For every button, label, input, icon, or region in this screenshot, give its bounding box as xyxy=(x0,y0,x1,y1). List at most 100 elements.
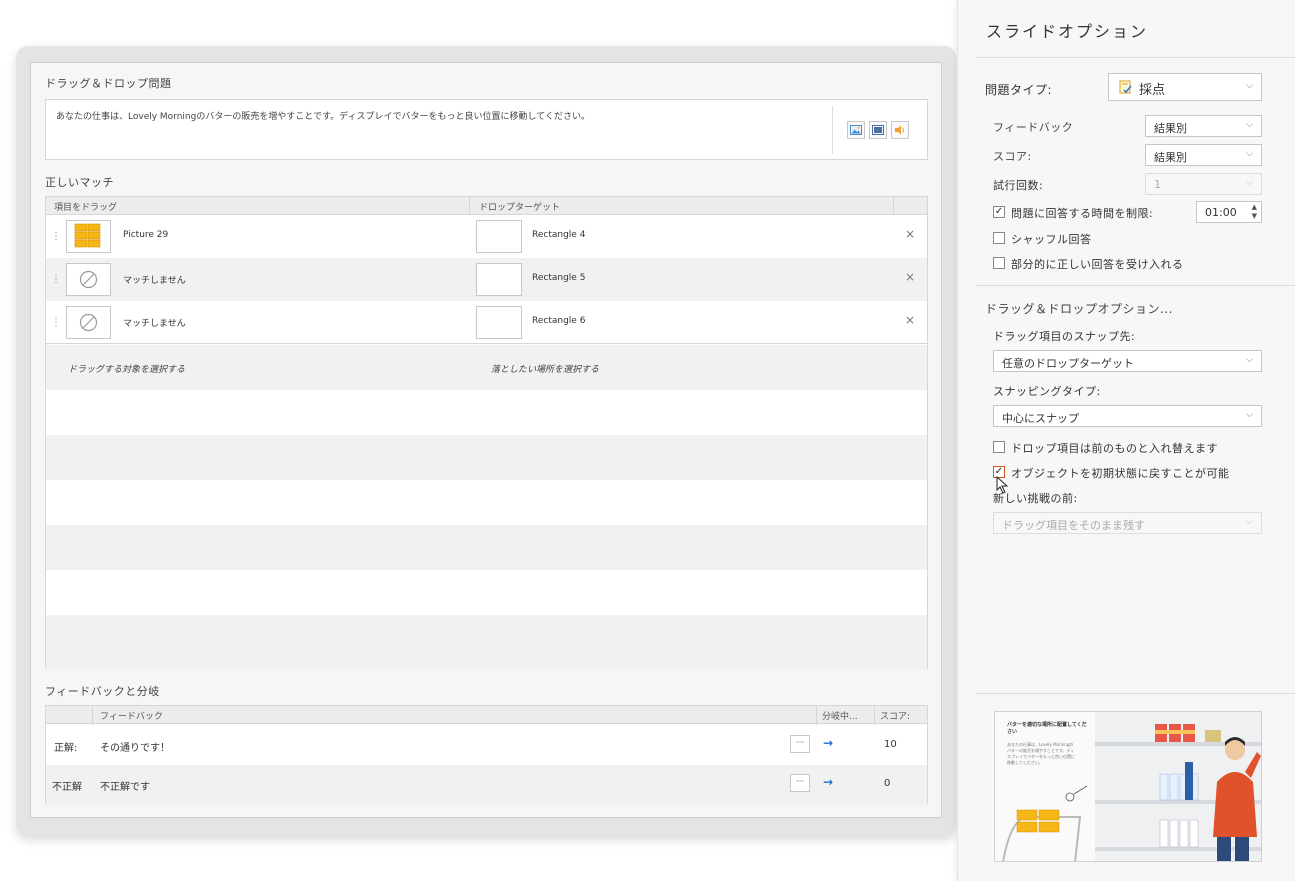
thumbnail-no-match[interactable] xyxy=(66,306,111,339)
insert-audio-icon[interactable] xyxy=(891,121,909,139)
question-text-box[interactable]: あなたの仕事は、Lovely Morningのバターの販売を増やすことです。ディ… xyxy=(45,99,928,160)
drag-item-label: マッチしません xyxy=(123,319,186,329)
question-type-value: 採点 xyxy=(1139,83,1166,98)
thumbnail-butter[interactable] xyxy=(66,220,111,253)
empty-row xyxy=(46,525,927,570)
fb-col-branch: 分岐中... xyxy=(822,712,858,722)
target-label: Rectangle 6 xyxy=(532,316,586,326)
target-thumbnail[interactable] xyxy=(476,263,522,296)
snap-type-select[interactable]: 中心にスナップ ⌵ xyxy=(993,405,1262,427)
slide-preview[interactable]: バターを適切な場所に配置してください あなたの仕事は、Lovely Mornin… xyxy=(994,711,1262,862)
panel-title: スライドオプション xyxy=(986,22,1149,41)
chevron-down-icon: ⌵ xyxy=(1246,149,1253,159)
score-select[interactable]: 結果別 ⌵ xyxy=(1145,144,1262,166)
feedback-select[interactable]: 結果別 ⌵ xyxy=(1145,115,1262,137)
shuffle-label: シャッフル回答 xyxy=(1011,233,1092,246)
branch-arrow-icon[interactable]: → xyxy=(823,775,833,789)
target-thumbnail[interactable] xyxy=(476,220,522,253)
feedback-table-header: フィードバック 分岐中... スコア: xyxy=(46,706,927,724)
time-limit-spinner[interactable]: 01:00 ▲ ▼ xyxy=(1196,201,1262,223)
drag-grip-icon[interactable]: ⋮ xyxy=(51,317,61,328)
feedback-value: 結果別 xyxy=(1154,122,1187,135)
replace-checkbox[interactable] xyxy=(993,441,1005,453)
remove-row-icon[interactable]: × xyxy=(905,227,915,241)
dd-section-title: ドラッグ＆ドロップオプション... xyxy=(985,302,1173,316)
empty-row xyxy=(46,570,927,615)
editor-card: ドラッグ＆ドロップ問題 あなたの仕事は、Lovely Morningのバターの販… xyxy=(16,46,956,836)
reset-label: オブジェクトを初期状態に戻すことが可能 xyxy=(1011,467,1230,480)
question-type-label: 問題タイプ: xyxy=(985,83,1053,97)
remove-row-icon[interactable]: × xyxy=(905,270,915,284)
question-text[interactable]: あなたの仕事は、Lovely Morningのバターの販売を増やすことです。ディ… xyxy=(56,109,590,122)
snap-select[interactable]: 任意のドロップターゲット ⌵ xyxy=(993,350,1262,372)
select-drag-placeholder[interactable]: ドラッグする対象を選択する xyxy=(68,362,185,375)
thumbnail-no-match[interactable] xyxy=(66,263,111,296)
target-thumbnail[interactable] xyxy=(476,306,522,339)
snap-type-label: スナッピングタイプ: xyxy=(993,385,1101,398)
fb-row-score[interactable]: 10 xyxy=(884,739,897,750)
score-label: スコア: xyxy=(993,150,1032,163)
select-drop-placeholder[interactable]: 落としたい場所を選択する xyxy=(491,362,599,375)
media-separator xyxy=(832,106,833,154)
branch-arrow-icon[interactable]: → xyxy=(823,736,833,750)
drag-item-label: Picture 29 xyxy=(123,230,169,240)
feedback-row-correct[interactable]: 正解: その通りです！ ··· → 10 xyxy=(46,725,927,765)
spinner-up-icon[interactable]: ▲ xyxy=(1252,203,1257,211)
replace-label: ドロップ項目は前のものと入れ替えます xyxy=(1011,442,1218,455)
time-limit-label: 問題に回答する時間を制限: xyxy=(1011,207,1154,220)
new-row-placeholder[interactable]: ドラッグする対象を選択する 落としたい場所を選択する xyxy=(46,345,927,390)
chevron-down-icon: ⌵ xyxy=(1246,120,1253,130)
snap-value: 任意のドロップターゲット xyxy=(1002,357,1134,370)
shuffle-checkbox[interactable] xyxy=(993,232,1005,244)
feedback-more-button[interactable]: ··· xyxy=(790,735,810,753)
before-retry-value: ドラッグ項目をそのまま残す xyxy=(1002,519,1145,532)
insert-video-icon[interactable] xyxy=(869,121,887,139)
partial-checkbox[interactable] xyxy=(993,257,1005,269)
chevron-down-icon: ⌵ xyxy=(1246,81,1253,91)
before-retry-select[interactable]: ドラッグ項目をそのまま残す ⌵ xyxy=(993,512,1262,534)
fb-row-text[interactable]: その通りです！ xyxy=(100,739,170,754)
fb-row-label: 正解: xyxy=(54,743,78,754)
drag-grip-icon[interactable]: ⋮ xyxy=(51,274,61,285)
chevron-down-icon: ⌵ xyxy=(1246,410,1253,420)
table-row[interactable]: ⋮ マッチしません Rectangle 5 × xyxy=(46,258,927,301)
feedback-table: フィードバック 分岐中... スコア: 正解: その通りです！ ··· → 10… xyxy=(45,705,928,805)
fb-row-score[interactable]: 0 xyxy=(884,778,890,789)
spinner-down-icon[interactable]: ▼ xyxy=(1252,212,1257,220)
feedback-section-title: フィードバックと分岐 xyxy=(45,685,160,698)
time-limit-value[interactable]: 01:00 xyxy=(1205,206,1237,219)
match-table: 項目をドラッグ ドロップターゲット ⋮ Picture 29 Rectangle… xyxy=(45,196,928,669)
match-table-header: 項目をドラッグ ドロップターゲット xyxy=(46,197,927,215)
fb-row-text[interactable]: 不正解です xyxy=(100,778,150,793)
score-value: 結果別 xyxy=(1154,151,1187,164)
remove-row-icon[interactable]: × xyxy=(905,313,915,327)
table-row[interactable]: ⋮ マッチしません Rectangle 6 × xyxy=(46,301,927,344)
table-row[interactable]: ⋮ Picture 29 Rectangle 4 × xyxy=(46,215,927,258)
graded-icon xyxy=(1119,80,1133,97)
attempts-label: 試行回数: xyxy=(993,179,1044,192)
feedback-label: フィードバック xyxy=(993,121,1074,134)
question-type-select[interactable]: 採点 ⌵ xyxy=(1108,73,1262,101)
empty-row xyxy=(46,615,927,669)
empty-row xyxy=(46,390,927,435)
divider xyxy=(976,285,1295,286)
snap-type-value: 中心にスナップ xyxy=(1002,412,1079,425)
attempts-value: 1 xyxy=(1154,178,1161,191)
drag-grip-icon[interactable]: ⋮ xyxy=(51,231,61,242)
chevron-down-icon: ⌵ xyxy=(1246,178,1253,188)
attempts-select[interactable]: 1 ⌵ xyxy=(1145,173,1262,195)
divider xyxy=(976,57,1295,58)
chevron-down-icon: ⌵ xyxy=(1246,517,1253,527)
feedback-more-button[interactable]: ··· xyxy=(790,774,810,792)
time-limit-checkbox[interactable]: ✓ xyxy=(993,206,1005,218)
col-drop-header: ドロップターゲット xyxy=(479,203,561,213)
fb-row-label: 不正解 xyxy=(52,782,82,793)
feedback-row-incorrect[interactable]: 不正解 不正解です ··· → 0 xyxy=(46,765,927,805)
snap-label: ドラッグ項目のスナップ先: xyxy=(993,330,1136,343)
match-section-title: 正しいマッチ xyxy=(45,176,114,189)
target-label: Rectangle 4 xyxy=(532,230,586,240)
col-drag-header: 項目をドラッグ xyxy=(54,203,118,213)
fb-col-score: スコア: xyxy=(880,712,911,722)
before-retry-label: 新しい挑戦の前: xyxy=(993,492,1078,505)
insert-picture-icon[interactable] xyxy=(847,121,865,139)
